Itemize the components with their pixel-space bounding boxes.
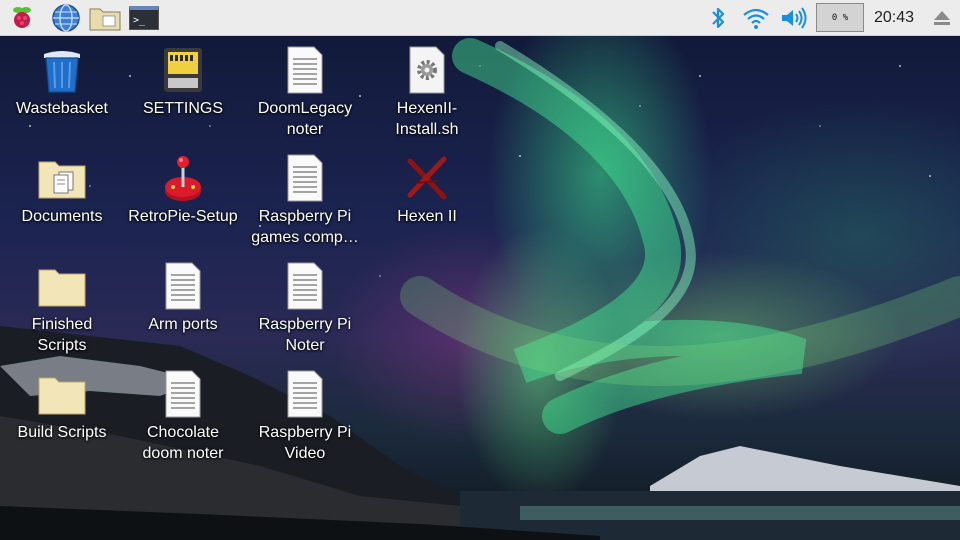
terminal-icon: >_ — [129, 6, 159, 30]
desktop-icon-label: Finished Scripts — [31, 316, 93, 354]
desktop-icon-label: Chocolate doom noter — [142, 424, 224, 462]
desktop-icon-label: Hexen II — [397, 208, 457, 225]
desktop-icon-label: Documents — [21, 208, 103, 225]
desktop-icon-hexenii-install-sh[interactable]: HexenII-Install.sh — [371, 44, 483, 140]
desktop-icon-arm-ports[interactable]: Arm ports — [127, 260, 239, 335]
desktop-icon-settings[interactable]: SETTINGS — [127, 44, 239, 119]
desktop-icon-hexen-ii[interactable]: Hexen II — [371, 152, 483, 227]
desktop-icon-label: SETTINGS — [142, 100, 223, 117]
folder-icon — [36, 260, 88, 312]
file-manager-button[interactable] — [89, 2, 121, 34]
eject-icon — [934, 11, 950, 25]
web-browser-icon — [52, 4, 80, 32]
raspberry-menu-icon — [13, 7, 31, 28]
volume-icon — [782, 7, 807, 29]
script-file-icon — [401, 44, 453, 96]
terminal-prompt: >_ — [133, 15, 146, 26]
desktop-icon-doomlegacy-noter[interactable]: DoomLegacy noter — [249, 44, 361, 140]
hexen-x-icon — [401, 152, 453, 204]
clock[interactable]: 20:43 — [868, 0, 920, 36]
desktop-icon-wastebasket[interactable]: Wastebasket — [6, 44, 118, 119]
desktop-icon-raspberry-pi-noter[interactable]: Raspberry Pi Noter — [249, 260, 361, 356]
web-browser-button[interactable] — [50, 2, 82, 34]
wifi-button[interactable] — [740, 2, 772, 34]
eject-button[interactable] — [926, 2, 958, 34]
desktop-icon-raspberry-pi-games-comp[interactable]: Raspberry Pi games comp… — [249, 152, 361, 248]
wifi-icon — [743, 8, 769, 29]
text-file-icon — [279, 152, 331, 204]
desktop-icon-label: Wastebasket — [16, 100, 108, 117]
desktop-icon-label: Raspberry Pi Noter — [258, 316, 352, 354]
desktop-icon-label: Raspberry Pi games comp… — [251, 208, 359, 246]
desktop-icon-label: HexenII-Install.sh — [395, 100, 459, 138]
taskbar: >_ 0 % 20:43 — [0, 0, 960, 36]
bluetooth-button[interactable] — [702, 2, 734, 34]
text-file-icon — [279, 44, 331, 96]
desktop-icon-retropie-setup[interactable]: RetroPie-Setup — [127, 152, 239, 227]
raspberry-menu-button[interactable] — [6, 2, 38, 34]
desktop-icon-chocolate-doom-noter[interactable]: Chocolate doom noter — [127, 368, 239, 464]
terminal-button[interactable]: >_ — [128, 2, 160, 34]
folder-icon — [36, 368, 88, 420]
volume-button[interactable] — [778, 2, 810, 34]
desktop-icon-label: DoomLegacy noter — [257, 100, 353, 138]
desktop-icon-build-scripts[interactable]: Build Scripts — [6, 368, 118, 443]
trash-icon — [36, 44, 88, 96]
desktop-icon-finished-scripts[interactable]: Finished Scripts — [6, 260, 118, 356]
desktop-icon-documents[interactable]: Documents — [6, 152, 118, 227]
desktop-icon-label: RetroPie-Setup — [128, 208, 238, 225]
text-file-icon — [279, 260, 331, 312]
desktop-icon-raspberry-pi-video[interactable]: Raspberry Pi Video — [249, 368, 361, 464]
text-file-icon — [279, 368, 331, 420]
desktop-icon-label: Build Scripts — [17, 424, 107, 441]
joystick-icon — [157, 152, 209, 204]
sd-card-icon — [157, 44, 209, 96]
file-manager-icon — [89, 8, 121, 31]
desktop-icon-label: Arm ports — [148, 316, 218, 333]
folder-documents-icon — [36, 152, 88, 204]
bluetooth-icon — [712, 7, 725, 29]
cpu-usage-value: 0 % — [831, 12, 849, 23]
text-file-icon — [157, 260, 209, 312]
cpu-usage-monitor[interactable]: 0 % — [816, 3, 864, 32]
text-file-icon — [157, 368, 209, 420]
desktop-icon-label: Raspberry Pi Video — [258, 424, 352, 462]
